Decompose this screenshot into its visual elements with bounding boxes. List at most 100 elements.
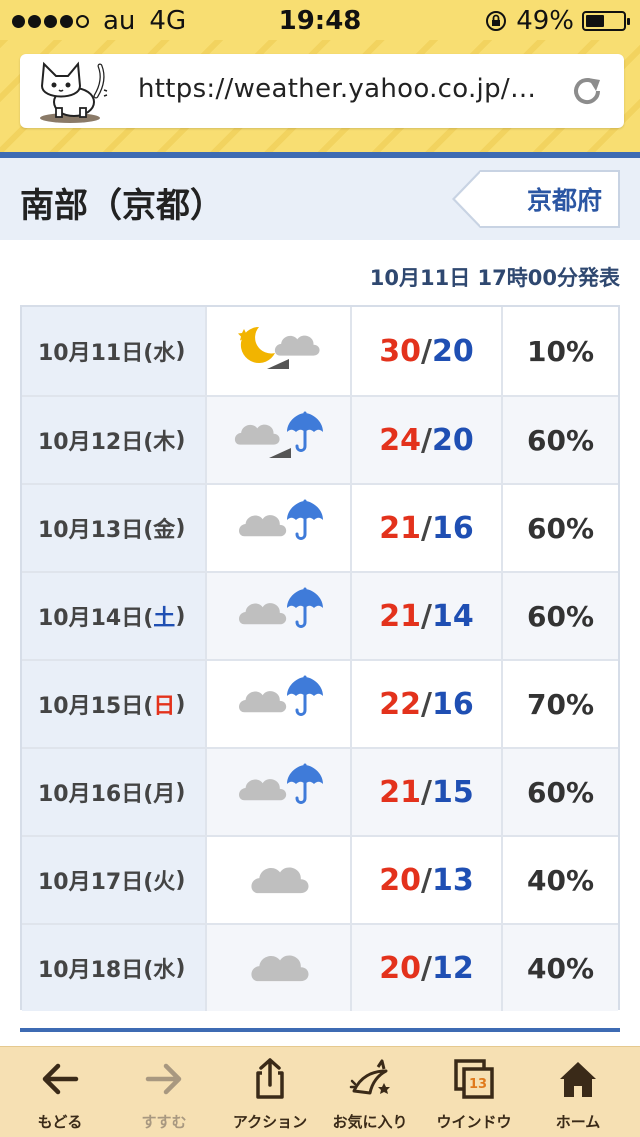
forward-label: すすむ <box>141 1113 187 1131</box>
address-bar[interactable]: https://weather.yahoo.co.jp/… <box>20 54 624 128</box>
issued-time: 10月11日 17時00分発表 <box>369 266 620 290</box>
forecast-row: 10月15日(日) 22/16 70% <box>22 659 618 747</box>
precipitation-chance: 60% <box>503 397 618 483</box>
cloud-rain-icon <box>229 760 329 824</box>
date-paren: ) <box>175 603 186 629</box>
high-temp: 20 <box>379 862 422 898</box>
forecast-table: 10月11日(水) 30/20 10% 10月12日(木) 24/20 60% … <box>20 305 620 1011</box>
weekday-label: 木 <box>153 430 176 455</box>
tabs-icon: 13 <box>454 1059 494 1099</box>
temp-separator: / <box>421 686 432 722</box>
favorites-button[interactable]: お気に入り <box>320 1047 420 1137</box>
high-temp: 24 <box>379 422 422 458</box>
date-label: 10月17日( <box>38 870 154 895</box>
date-paren: ) <box>175 779 186 805</box>
date-label: 10月14日( <box>38 606 154 631</box>
browser-toolbar: もどる すすむ アクション お気に入り 13 ウインドウ ホーム <box>0 1046 640 1137</box>
precipitation-chance: 10% <box>526 334 595 368</box>
date-paren: ) <box>175 691 186 717</box>
date-paren: ) <box>175 427 186 453</box>
weather-icon-cell <box>207 837 352 923</box>
forecast-row: 10月14日(土) 21/14 60% <box>22 571 618 659</box>
weather-icon-cell <box>207 485 352 571</box>
home-label: ホーム <box>555 1113 601 1131</box>
low-temp: 14 <box>431 598 474 634</box>
low-temp: 20 <box>431 333 474 369</box>
date-paren: ) <box>175 867 186 893</box>
forecast-date: 10月17日(火) <box>22 837 207 923</box>
weekday-label: 水 <box>153 341 176 366</box>
weather-icon-cell <box>207 573 352 659</box>
window-count: 13 <box>469 1077 487 1092</box>
forecast-row: 10月18日(水) 20/12 40% <box>22 923 618 1011</box>
weekday-label: 土 <box>153 606 176 631</box>
favorites-label: お気に入り <box>332 1113 408 1131</box>
windows-button[interactable]: 13 ウインドウ <box>424 1047 524 1137</box>
weekday-label: 水 <box>153 958 176 983</box>
cat-icon[interactable] <box>30 56 112 126</box>
url-text[interactable]: https://weather.yahoo.co.jp/… <box>138 74 536 104</box>
low-temp: 20 <box>431 422 474 458</box>
temperature: 22/16 <box>352 661 503 747</box>
date-label: 10月12日( <box>38 430 154 455</box>
section-divider <box>20 1028 620 1032</box>
forecast-row: 10月17日(火) 20/13 40% <box>22 835 618 923</box>
low-temp: 13 <box>431 862 474 898</box>
back-button[interactable]: もどる <box>10 1047 110 1137</box>
date-paren: ) <box>175 955 186 981</box>
weekday-label: 月 <box>153 782 176 807</box>
high-temp: 20 <box>379 950 422 986</box>
temperature: 20/13 <box>352 837 503 923</box>
home-button[interactable]: ホーム <box>528 1047 628 1137</box>
reload-icon[interactable] <box>568 72 606 110</box>
temperature: 21/15 <box>352 749 503 835</box>
forward-button[interactable]: すすむ <box>114 1047 214 1137</box>
weather-icon-cell <box>207 397 352 483</box>
high-temp: 22 <box>379 686 422 722</box>
high-temp: 30 <box>379 333 422 369</box>
cloud-icon <box>229 848 329 912</box>
forecast-date: 10月11日(水) <box>22 307 207 395</box>
cloud-then-rain-icon <box>229 408 329 472</box>
precipitation-chance: 60% <box>503 749 618 835</box>
temperature: 21/14 <box>352 573 503 659</box>
weather-icon-cell <box>207 749 352 835</box>
temp-separator: / <box>421 862 432 898</box>
low-temp: 16 <box>431 686 474 722</box>
date-label: 10月18日( <box>38 958 154 983</box>
orientation-lock-icon <box>486 11 507 31</box>
date-label: 10月11日( <box>38 341 154 366</box>
low-temp: 12 <box>431 950 474 986</box>
date-label: 10月13日( <box>38 518 154 543</box>
low-temp: 16 <box>431 510 474 546</box>
windows-label: ウインドウ <box>436 1113 512 1131</box>
action-button[interactable]: アクション <box>220 1047 320 1137</box>
temperature: 30/20 <box>352 307 503 395</box>
cloud-rain-icon <box>229 584 329 648</box>
high-temp: 21 <box>379 510 422 546</box>
page-title: 南部（京都） <box>20 186 224 226</box>
temperature: 20/12 <box>352 925 503 1011</box>
temp-separator: / <box>421 950 432 986</box>
forecast-date: 10月14日(土) <box>22 573 207 659</box>
share-icon <box>256 1058 284 1099</box>
temperature: 24/20 <box>352 397 503 483</box>
weather-icon-cell <box>207 925 352 1011</box>
forecast-date: 10月13日(金) <box>22 485 207 571</box>
date-paren: ) <box>175 338 186 364</box>
temp-separator: / <box>421 422 432 458</box>
cloud-rain-icon <box>229 672 329 736</box>
low-temp: 15 <box>431 774 474 810</box>
cloud-rain-icon <box>229 496 329 560</box>
moon-cloud-icon <box>229 319 329 383</box>
temp-separator: / <box>421 510 432 546</box>
battery-icon <box>582 11 630 31</box>
prefecture-back-button[interactable]: 京都府 <box>452 170 620 228</box>
date-label: 10月15日( <box>38 694 154 719</box>
forecast-date: 10月16日(月) <box>22 749 207 835</box>
forecast-row: 10月16日(月) 21/15 60% <box>22 747 618 835</box>
cloud-icon <box>229 936 329 1000</box>
high-temp: 21 <box>379 774 422 810</box>
high-temp: 21 <box>379 598 422 634</box>
title-bar: 南部（京都） 京都府 <box>0 158 640 240</box>
